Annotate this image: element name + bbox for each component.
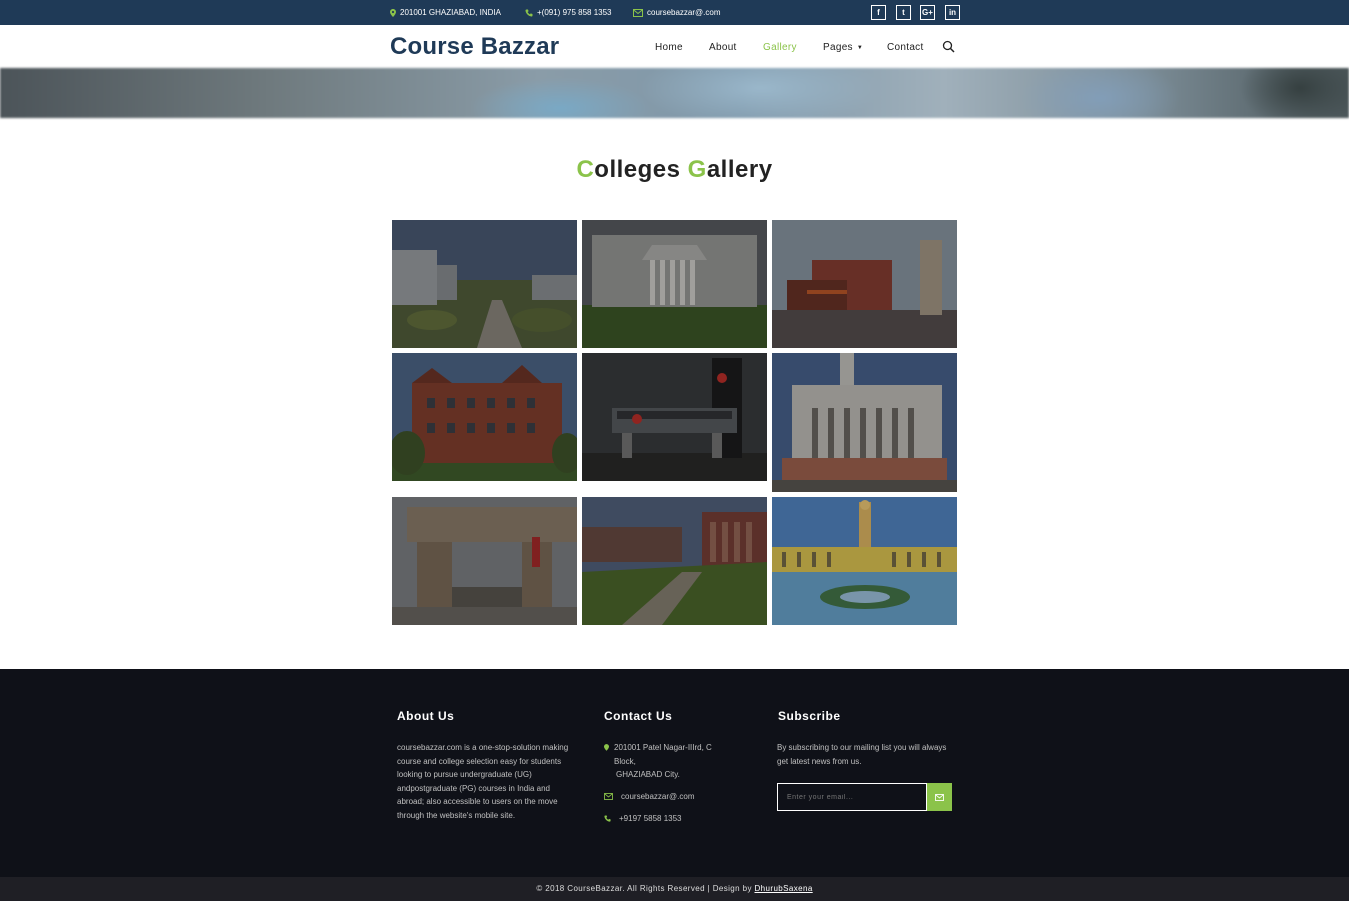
nav-contact[interactable]: Contact xyxy=(887,42,924,53)
envelope-icon xyxy=(633,8,643,17)
map-pin-icon xyxy=(604,744,609,751)
header: Course Bazzar Home About Gallery Pages ▼ … xyxy=(0,25,1349,68)
topbar-phone-text: +(091) 975 858 1353 xyxy=(537,8,612,17)
google-plus-icon[interactable]: G+ xyxy=(920,5,935,20)
topbar-address: 201001 GHAZIABAD, INDIA xyxy=(390,8,501,17)
gallery-image-2[interactable] xyxy=(582,220,767,348)
phone-icon xyxy=(525,9,533,16)
subscribe-button[interactable] xyxy=(927,783,952,811)
title-word-gallery: allery xyxy=(706,156,773,183)
title-letter-g: G xyxy=(687,156,707,183)
footer-address-line-1-row: 201001 Patel Nagar-IIIrd, C Block, xyxy=(604,741,734,768)
gallery-title: Colleges Gallery xyxy=(0,156,1349,184)
footer-contact-title: Contact Us xyxy=(604,709,673,723)
gallery-image-8[interactable] xyxy=(582,497,767,625)
linkedin-icon[interactable]: in xyxy=(945,5,960,20)
nav-home[interactable]: Home xyxy=(655,42,683,53)
footer-address-line-1: 201001 Patel Nagar-IIIrd, C Block, xyxy=(614,743,712,766)
envelope-icon xyxy=(604,793,613,800)
footer-subscribe-title: Subscribe xyxy=(778,709,841,723)
top-bar: 201001 GHAZIABAD, INDIA +(091) 975 858 1… xyxy=(0,0,1349,25)
subscribe-email-input[interactable] xyxy=(777,783,927,811)
map-pin-icon xyxy=(390,8,396,17)
facebook-icon[interactable]: f xyxy=(871,5,886,20)
topbar-email[interactable]: coursebazzar@.com xyxy=(633,8,720,17)
topbar-phone: +(091) 975 858 1353 xyxy=(525,8,612,17)
search-button[interactable] xyxy=(942,40,956,54)
search-icon xyxy=(942,40,955,53)
caret-down-icon: ▼ xyxy=(856,45,864,51)
copyright-text: © 2018 CourseBazzar. All Rights Reserved… xyxy=(536,884,755,893)
nav-pages[interactable]: Pages ▼ xyxy=(823,42,863,53)
gallery-image-7[interactable] xyxy=(392,497,577,625)
nav-about[interactable]: About xyxy=(709,42,737,53)
footer-contact-email[interactable]: coursebazzar@.com xyxy=(604,790,694,804)
page-banner xyxy=(0,68,1349,118)
phone-icon xyxy=(604,815,611,822)
footer: About Us coursebazzar.com is a one-stop-… xyxy=(0,669,1349,877)
gallery-image-6[interactable] xyxy=(772,353,957,492)
copyright-bar: © 2018 CourseBazzar. All Rights Reserved… xyxy=(0,877,1349,901)
footer-contact-address: 201001 Patel Nagar-IIIrd, C Block, GHAZI… xyxy=(604,741,734,782)
title-word-colleges: olleges xyxy=(594,156,688,183)
footer-about-title: About Us xyxy=(397,709,455,723)
gallery-image-9[interactable] xyxy=(772,497,957,625)
nav-pages-label: Pages xyxy=(823,42,853,53)
twitter-icon[interactable]: t xyxy=(896,5,911,20)
gallery-image-4[interactable] xyxy=(392,353,577,481)
footer-address-lines: 201001 Patel Nagar-IIIrd, C Block, GHAZI… xyxy=(604,741,734,782)
gallery-image-1[interactable] xyxy=(392,220,577,348)
designer-link[interactable]: DhurubSaxena xyxy=(755,884,813,893)
footer-subscribe-text: By subscribing to our mailing list you w… xyxy=(777,743,947,766)
gallery-image-3[interactable] xyxy=(772,220,957,348)
title-letter-c: C xyxy=(576,156,595,183)
topbar-email-text[interactable]: coursebazzar@.com xyxy=(647,8,720,17)
footer-phone-text: +9197 5858 1353 xyxy=(619,814,682,823)
footer-contact-phone: +9197 5858 1353 xyxy=(604,812,682,826)
footer-email-text[interactable]: coursebazzar@.com xyxy=(621,790,694,804)
site-logo[interactable]: Course Bazzar xyxy=(390,33,559,61)
envelope-icon xyxy=(935,793,944,801)
nav-gallery[interactable]: Gallery xyxy=(763,42,797,53)
footer-about-text: coursebazzar.com is a one-stop-solution … xyxy=(397,743,569,820)
gallery-image-5[interactable] xyxy=(582,353,767,481)
topbar-address-text: 201001 GHAZIABAD, INDIA xyxy=(400,8,501,17)
footer-address-line-2: GHAZIABAD City. xyxy=(616,770,680,779)
